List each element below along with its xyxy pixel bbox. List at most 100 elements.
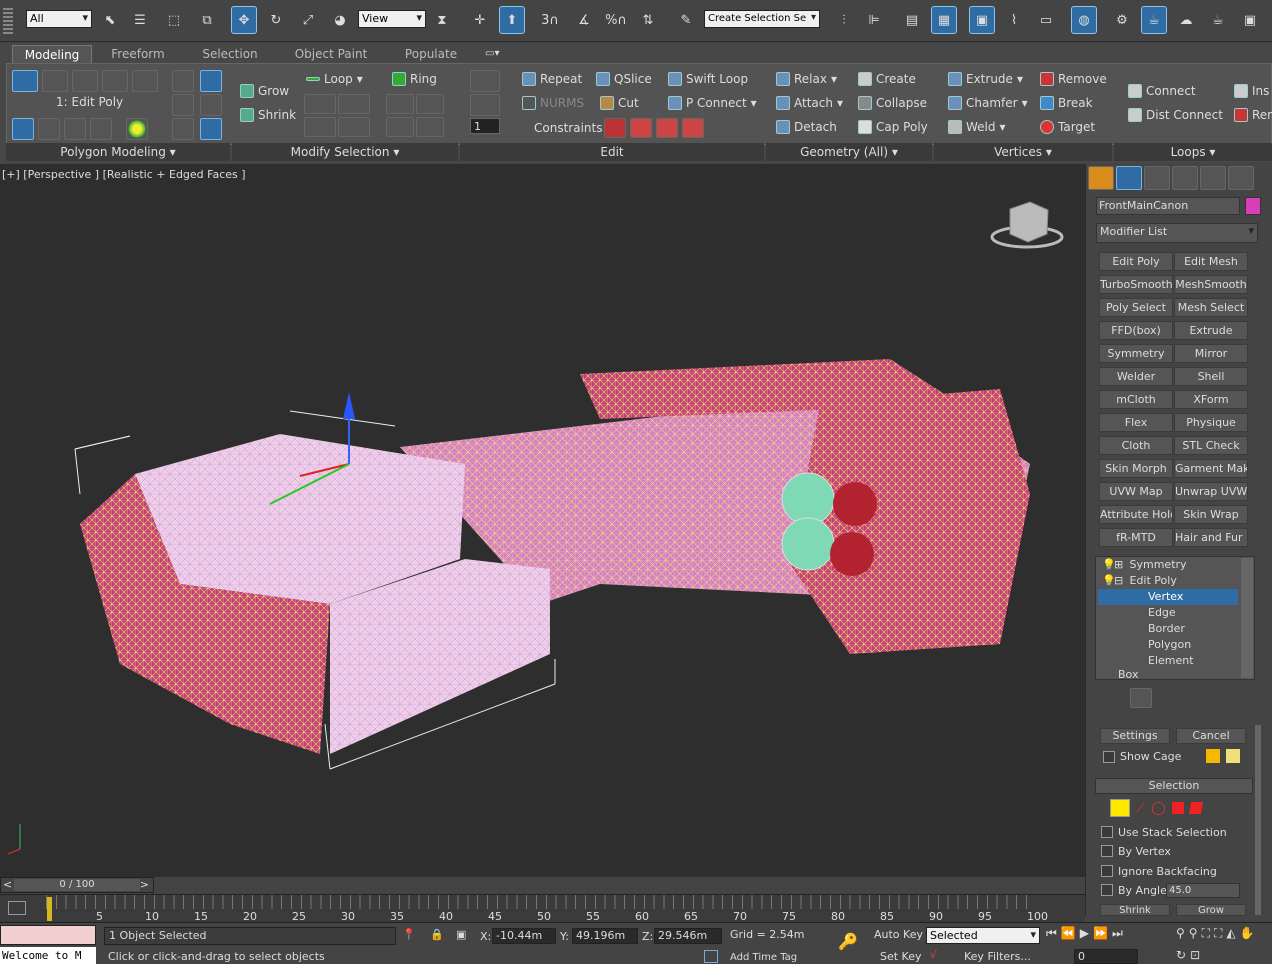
loop-grow-icon[interactable]: [304, 94, 336, 114]
target-button[interactable]: Target: [1040, 120, 1095, 134]
loop-shrink-icon[interactable]: [338, 94, 370, 114]
create-tab-icon[interactable]: [1088, 166, 1114, 190]
goto-end-icon[interactable]: ⏭: [1112, 926, 1123, 944]
by-vertex-checkbox[interactable]: [1101, 845, 1113, 857]
grow-button[interactable]: Grow: [240, 84, 289, 98]
zoom-extents-icon[interactable]: ⛶: [1202, 926, 1210, 944]
engine-3[interactable]: [833, 482, 877, 526]
percent-snap-icon[interactable]: % ∩: [604, 7, 628, 33]
configure-sets-icon[interactable]: [1232, 688, 1254, 708]
render-online-icon[interactable]: ▣: [1238, 7, 1262, 33]
cut-button[interactable]: Cut: [600, 96, 639, 110]
set-key-button[interactable]: Set Key: [880, 950, 922, 964]
material-editor-icon[interactable]: ◍: [1071, 6, 1097, 34]
stack-item-element[interactable]: Element: [1098, 653, 1238, 669]
prev-frame-icon[interactable]: ⏪: [1061, 926, 1076, 944]
ring-grow-icon[interactable]: [386, 94, 414, 114]
modifier-button[interactable]: Extrude: [1174, 321, 1248, 340]
detach-button[interactable]: Detach: [776, 120, 837, 134]
constraint-none-icon[interactable]: [604, 118, 626, 138]
collapse-icon[interactable]: ⊟: [1114, 573, 1126, 589]
window-crossing-icon[interactable]: ⧉: [195, 7, 219, 33]
hierarchy-tab-icon[interactable]: [1144, 166, 1170, 190]
pin-stack-tool-icon[interactable]: [1096, 688, 1118, 708]
ship-rear-block[interactable]: [790, 389, 1030, 654]
modifier-button[interactable]: Shell: [1174, 367, 1248, 386]
select-scale-icon[interactable]: ⤢: [296, 7, 320, 33]
constrain-icon[interactable]: [200, 118, 222, 140]
select-move-icon[interactable]: ✥: [231, 6, 257, 34]
shrink-button[interactable]: Shrink: [240, 108, 296, 122]
absolute-mode-icon[interactable]: ▣: [456, 928, 466, 941]
rect-selection-icon[interactable]: ⬚: [162, 7, 186, 33]
weld-button[interactable]: Weld ▾: [948, 120, 1006, 134]
light-bulb-icon[interactable]: 💡: [1102, 557, 1116, 573]
ring-shrink-icon[interactable]: [416, 94, 444, 114]
selection-filter-dropdown[interactable]: All: [26, 10, 92, 28]
next-modifier-icon[interactable]: [38, 118, 60, 140]
engine-1[interactable]: [781, 472, 835, 526]
object-name-field[interactable]: FrontMainCanon: [1096, 197, 1240, 215]
modifier-button[interactable]: UVW Map: [1099, 482, 1173, 501]
modifier-button[interactable]: Mesh Select: [1174, 298, 1248, 317]
zoom-icon[interactable]: ⚲: [1176, 926, 1185, 944]
zoom-all-icon[interactable]: ⚲: [1189, 926, 1198, 944]
viewcube-icon[interactable]: [1009, 201, 1049, 243]
orbit-icon[interactable]: ↻: [1176, 948, 1186, 964]
add-time-tag[interactable]: Add Time Tag: [730, 952, 797, 964]
modifier-button[interactable]: Flex: [1099, 413, 1173, 432]
shrink-selection-button[interactable]: Shrink: [1100, 904, 1170, 916]
swift-loop-button[interactable]: Swift Loop: [668, 72, 748, 86]
named-selection-dropdown[interactable]: Create Selection Se: [704, 10, 820, 28]
modifier-button[interactable]: TurboSmooth: [1099, 275, 1173, 294]
by-angle-spinner[interactable]: 45.0: [1166, 883, 1240, 898]
stack-item-edit-poly[interactable]: 💡⊟ Edit Poly: [1098, 573, 1238, 589]
modifier-button[interactable]: Welder: [1099, 367, 1173, 386]
goto-start-icon[interactable]: ⏮: [1046, 926, 1057, 944]
polygon-mode-icon[interactable]: [102, 70, 128, 92]
preserve-uv-icon[interactable]: [470, 70, 500, 92]
ignore-backfacing-checkbox[interactable]: [1101, 865, 1113, 877]
time-slider[interactable]: < 0 / 100 >: [0, 877, 154, 893]
cap-poly-button[interactable]: Cap Poly: [858, 120, 928, 134]
tab-freeform[interactable]: Freeform: [98, 45, 178, 63]
modifier-button[interactable]: mCloth: [1099, 390, 1173, 409]
toggle-soft-icon[interactable]: [126, 118, 148, 140]
edit-named-sel-icon[interactable]: ✎: [674, 7, 698, 33]
cage-color-2[interactable]: [1226, 749, 1240, 763]
place-icon[interactable]: ◕: [328, 7, 352, 33]
maxscript-listener[interactable]: [0, 925, 96, 945]
selection-rollout-header[interactable]: Selection: [1095, 778, 1253, 794]
modifier-list-dropdown[interactable]: Modifier List: [1096, 223, 1258, 243]
curve-editor-icon[interactable]: ⌇: [1002, 7, 1026, 33]
utilities-tab-icon[interactable]: [1228, 166, 1254, 190]
collapse-button[interactable]: Collapse: [858, 96, 927, 110]
stack-item-edge[interactable]: Edge: [1098, 605, 1238, 621]
toggle-ribbon-icon[interactable]: ▦: [931, 6, 957, 34]
z-coordinate-field[interactable]: 29.546m: [654, 928, 722, 944]
y-coordinate-field[interactable]: 49.196m: [572, 928, 638, 944]
border-mode-icon[interactable]: [72, 70, 98, 92]
pivot-center-icon[interactable]: ⧗: [430, 7, 454, 33]
object-color-swatch[interactable]: [1245, 197, 1261, 215]
time-tag-icon[interactable]: [704, 950, 718, 963]
reference-coord-dropdown[interactable]: View: [358, 10, 426, 28]
modify-tab-icon[interactable]: [1116, 166, 1142, 190]
element-mode-icon[interactable]: [132, 70, 158, 92]
modifier-button[interactable]: Attribute Holder: [1099, 505, 1173, 524]
remove-modifier-icon[interactable]: [1198, 688, 1220, 708]
panel-scrollbar[interactable]: [1255, 725, 1261, 915]
modifier-button[interactable]: Hair and Fur (WSM): [1174, 528, 1248, 547]
fov-icon[interactable]: ◭: [1226, 926, 1235, 944]
modifier-button[interactable]: Cloth: [1099, 436, 1173, 455]
maximize-viewport-icon[interactable]: ⊡: [1190, 948, 1200, 964]
tab-populate[interactable]: Populate: [396, 45, 466, 63]
current-frame-field[interactable]: 0: [1074, 949, 1138, 964]
time-next-icon[interactable]: >: [140, 878, 149, 891]
select-object-icon[interactable]: ⬉: [98, 7, 122, 33]
zoom-extents-all-icon[interactable]: ⛶: [1214, 926, 1222, 944]
ignore-backfacing-icon[interactable]: [200, 70, 222, 92]
modifier-button[interactable]: Skin Morph: [1099, 459, 1173, 478]
key-filter-icon[interactable]: √: [930, 948, 937, 961]
modifier-button[interactable]: Poly Select: [1099, 298, 1173, 317]
